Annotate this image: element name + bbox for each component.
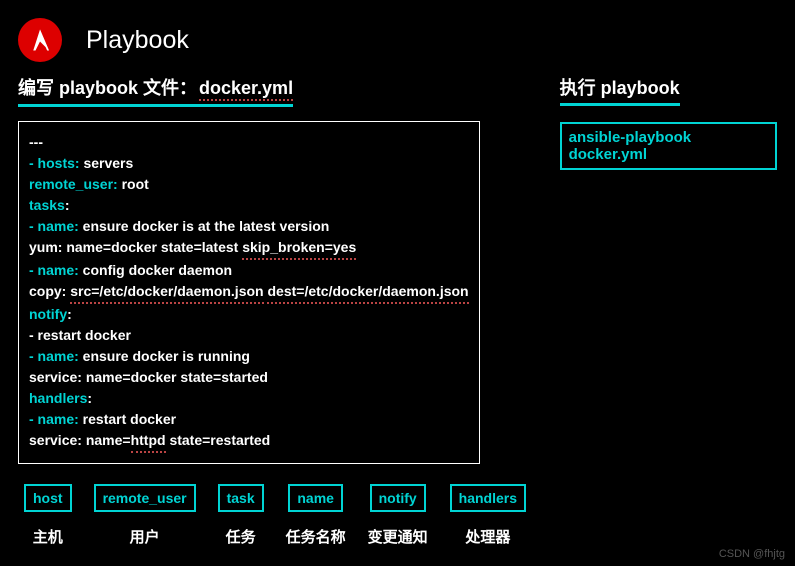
tag-col-task: task 任务 — [218, 484, 264, 547]
tags-row: host 主机 remote_user 用户 task 任务 name 任务名称 notify 变… — [0, 464, 795, 555]
tag-key: notify — [370, 484, 426, 512]
heading-prefix: 编写 playbook 文件： — [18, 78, 197, 98]
heading-filename: docker.yml — [199, 78, 293, 101]
tag-col-handlers: handlers 处理器 — [450, 484, 526, 547]
tag-col-notify: notify 变更通知 — [368, 484, 428, 547]
tag-col-remote_user: remote_user 用户 — [94, 484, 196, 547]
tag-label: 主机 — [33, 526, 63, 547]
tag-label: 任务名称 — [286, 526, 346, 547]
code-line: service: name=docker state=started — [29, 367, 469, 388]
code-line: handlers: — [29, 388, 469, 409]
code-line: - hosts: servers — [29, 153, 469, 174]
tag-key: remote_user — [94, 484, 196, 512]
code-line: copy: src=/etc/docker/daemon.json dest=/… — [29, 281, 469, 304]
code-line: - name: restart docker — [29, 409, 469, 430]
code-line: notify: — [29, 304, 469, 325]
watermark: CSDN @fhjtg — [719, 548, 785, 560]
code-line: - name: config docker daemon — [29, 260, 469, 281]
tag-key: host — [24, 484, 72, 512]
code-line: --- — [29, 132, 469, 153]
code-line: service: name=httpd state=restarted — [29, 430, 469, 453]
tag-key: name — [288, 484, 343, 512]
right-heading: 执行 playbook — [560, 74, 680, 106]
tag-key: task — [218, 484, 264, 512]
code-line: - restart docker — [29, 325, 469, 346]
tag-col-host: host 主机 — [24, 484, 72, 547]
write-playbook-section: 编写 playbook 文件：docker.yml --- - hosts: s… — [18, 74, 480, 464]
left-heading: 编写 playbook 文件：docker.yml — [18, 74, 293, 107]
ansible-command: ansible-playbook docker.yml — [560, 122, 777, 170]
code-line: - name: ensure docker is running — [29, 346, 469, 367]
code-line: tasks: — [29, 195, 469, 216]
tag-label: 用户 — [130, 526, 160, 547]
code-line: - name: ensure docker is at the latest v… — [29, 216, 469, 237]
tag-label: 变更通知 — [368, 526, 428, 547]
code-line: remote_user: root — [29, 174, 469, 195]
code-line: yum: name=docker state=latest skip_broke… — [29, 237, 469, 260]
page-title: Playbook — [86, 26, 189, 55]
yaml-code-box: --- - hosts: servers remote_user: root t… — [18, 121, 480, 464]
tag-key: handlers — [450, 484, 526, 512]
run-playbook-section: 执行 playbook ansible-playbook docker.yml — [560, 74, 777, 464]
tag-label: 处理器 — [465, 526, 510, 547]
header: Playbook — [0, 0, 795, 74]
tag-col-name: name 任务名称 — [286, 484, 346, 547]
ansible-logo-icon — [18, 18, 62, 62]
tag-label: 任务 — [226, 526, 256, 547]
